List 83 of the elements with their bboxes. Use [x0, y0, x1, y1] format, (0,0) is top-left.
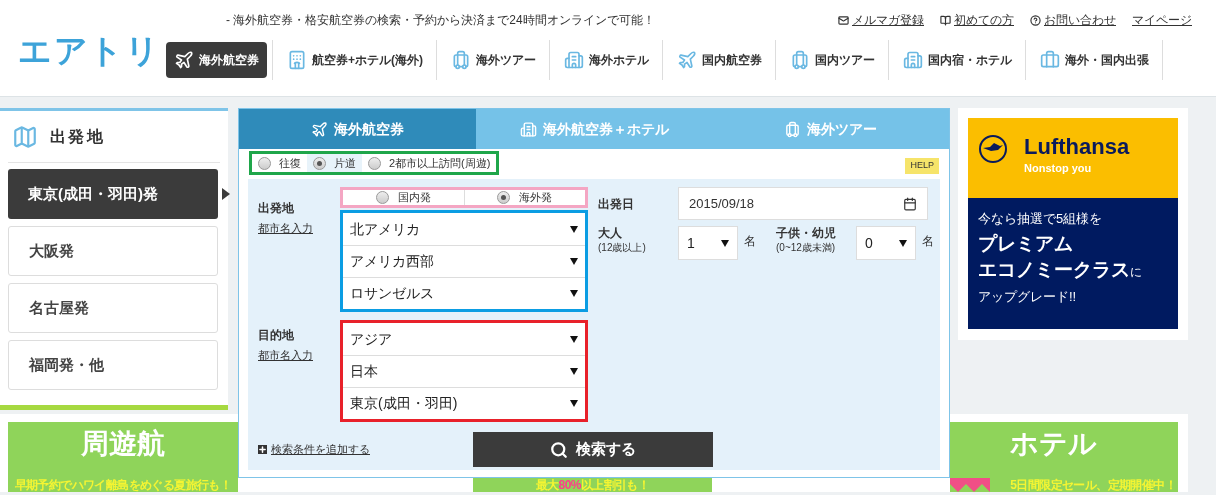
- suitcase-icon: [784, 120, 802, 138]
- ad-text: プレミアム: [978, 232, 1074, 256]
- field-label: 大人: [598, 226, 623, 240]
- section-heading: 出発地: [50, 126, 106, 147]
- departure-item[interactable]: 東京(成田・羽田)発: [8, 169, 218, 219]
- radio-label[interactable]: 国内発: [397, 189, 431, 206]
- caret-icon: [570, 400, 578, 407]
- field-label: 出発日: [598, 195, 635, 213]
- header-link[interactable]: お問い合わせ: [1044, 11, 1116, 29]
- field-note: (12歳以上): [598, 241, 647, 255]
- radio-button[interactable]: [313, 156, 326, 170]
- radio-label[interactable]: 往復: [279, 154, 301, 172]
- date-field[interactable]: 2015/09/18: [678, 187, 928, 220]
- briefcase-icon: [1040, 50, 1060, 70]
- search-button[interactable]: 検索する: [473, 432, 713, 467]
- field-label: 子供・幼児: [776, 226, 837, 240]
- radio-label[interactable]: 海外発: [519, 189, 553, 206]
- brand-slogan: Nonstop you: [1024, 161, 1093, 176]
- nav-tab[interactable]: 海外ホテル: [556, 42, 657, 78]
- nav-tab[interactable]: 国内航空券: [669, 42, 770, 78]
- nav-tab[interactable]: 国内宿・ホテル: [895, 42, 1020, 78]
- banner-title: ホテル: [1010, 427, 1097, 461]
- field-label: 出発地: [258, 200, 294, 217]
- building-icon: [564, 50, 584, 70]
- unit-label: 名: [922, 233, 934, 250]
- radio-button[interactable]: [375, 191, 389, 204]
- building-icon: [903, 50, 923, 70]
- mail-icon: [838, 14, 849, 26]
- help-icon: [1030, 14, 1041, 26]
- caret-icon: [570, 290, 578, 297]
- ad-text: エコノミークラス に: [978, 258, 1143, 282]
- ad-text: 今なら抽選で5組様を: [978, 210, 1104, 228]
- field-note: (0~12歳未満): [776, 241, 837, 255]
- building-icon: [519, 120, 537, 138]
- caret-icon: [570, 225, 578, 233]
- book-icon: [940, 14, 951, 26]
- hotel-icon: [287, 50, 307, 70]
- unit-label: 名: [744, 233, 756, 250]
- city-input-link[interactable]: 都市名入力: [258, 220, 313, 237]
- calendar-icon: [903, 196, 917, 211]
- banner-subtitle: 最大80%以上割引も！: [535, 478, 650, 492]
- plane-icon: [677, 50, 697, 70]
- banner-subtitle: 早期予約でハワイ離島をめぐる夏旅行も！: [14, 478, 232, 492]
- nav-tab[interactable]: 国内ツアー: [782, 42, 883, 78]
- caret-icon: [570, 258, 578, 265]
- suitcase-icon: [790, 50, 810, 70]
- departure-item[interactable]: 大阪発: [8, 226, 218, 276]
- pointer-arrow: [222, 188, 230, 200]
- search-icon: [550, 440, 568, 459]
- plane-icon: [174, 50, 194, 70]
- ad-text: アップグレード!!: [978, 288, 1078, 306]
- brand-name: Lufthansa: [1024, 134, 1130, 160]
- nav-tab[interactable]: 航空券+ホテル(海外): [279, 42, 431, 78]
- header-link[interactable]: 初めての方: [954, 11, 1014, 29]
- caret-icon: [899, 239, 907, 247]
- header-link[interactable]: メルマガ登録: [852, 11, 924, 29]
- nav-tab[interactable]: 海外ツアー: [443, 42, 544, 78]
- nav-tab[interactable]: 海外航空券: [166, 42, 267, 78]
- caret-icon: [570, 335, 578, 343]
- radio-button[interactable]: [368, 156, 381, 170]
- header-link[interactable]: マイページ: [1132, 11, 1192, 29]
- add-conditions-link[interactable]: 検索条件を追加する: [271, 441, 370, 458]
- field-label: 目的地: [258, 327, 294, 344]
- banner-subtitle: 5日間限定セール、定期開催中！: [1010, 478, 1176, 492]
- zigzag-decoration: [950, 478, 990, 492]
- suitcase-icon: [451, 50, 471, 70]
- plus-icon: [258, 445, 267, 454]
- nav-tab[interactable]: 海外・国内出張: [1032, 42, 1157, 78]
- departure-item[interactable]: 名古屋発: [8, 283, 218, 333]
- radio-button[interactable]: [497, 191, 511, 204]
- banner-title: 周遊航: [81, 427, 165, 461]
- help-badge[interactable]: HELP: [905, 158, 939, 174]
- caret-icon: [721, 239, 729, 247]
- city-input-link[interactable]: 都市名入力: [258, 347, 313, 364]
- tagline: - 海外航空券・格安航空券の検索・予約から決済まで24時間オンラインで可能！: [226, 12, 655, 29]
- dropdown-select[interactable]: 0: [856, 226, 916, 260]
- dropdown-select[interactable]: 1: [678, 226, 738, 260]
- radio-label[interactable]: 2都市以上訪問(周遊): [389, 154, 491, 172]
- caret-icon: [570, 368, 578, 375]
- radio-button[interactable]: [258, 156, 271, 170]
- plane-icon: [310, 120, 328, 138]
- departure-item[interactable]: 福岡発・他: [8, 340, 218, 390]
- search-tab[interactable]: 海外航空券: [239, 109, 476, 149]
